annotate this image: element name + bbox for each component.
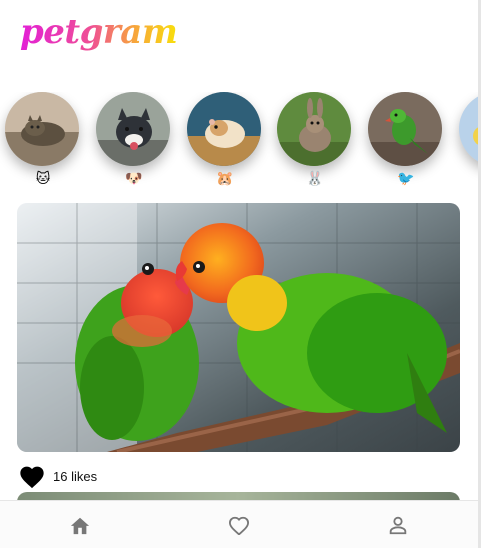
hamster-emoji: 🐹 [216,171,234,187]
bottom-navbar [0,500,478,548]
dog-photo[interactable] [96,92,170,166]
petgram-app: petgram 🐱 🐶 🐹 🐰 🐦 16 likes [0,0,478,548]
category-dogs[interactable]: 🐶 [96,92,172,187]
category-more[interactable] [459,92,478,187]
bird-emoji: 🐦 [397,171,415,187]
heart-icon[interactable] [215,501,263,548]
dog-emoji: 🐶 [125,171,143,187]
category-list: 🐱 🐶 🐹 🐰 🐦 [0,92,478,192]
more-emoji [459,171,478,187]
likes-count: 16 likes [53,468,98,484]
category-rabbits[interactable]: 🐰 [277,92,353,187]
category-cats[interactable]: 🐱 [5,92,81,187]
category-hamsters[interactable]: 🐹 [187,92,263,187]
cat-photo[interactable] [5,92,79,166]
home-icon[interactable] [56,501,104,548]
partial-photo[interactable] [459,92,478,166]
rabbit-photo[interactable] [277,92,351,166]
user-icon[interactable] [374,501,422,548]
petgram-logo[interactable]: petgram [20,12,178,52]
rabbit-emoji: 🐰 [306,171,324,187]
heart-filled-icon[interactable] [17,462,47,490]
post-like-row: 16 likes [17,462,97,490]
category-birds[interactable]: 🐦 [368,92,444,187]
hamster-photo[interactable] [187,92,261,166]
post-image[interactable] [17,203,460,452]
cat-emoji: 🐱 [35,171,51,187]
parrot-photo[interactable] [368,92,442,166]
